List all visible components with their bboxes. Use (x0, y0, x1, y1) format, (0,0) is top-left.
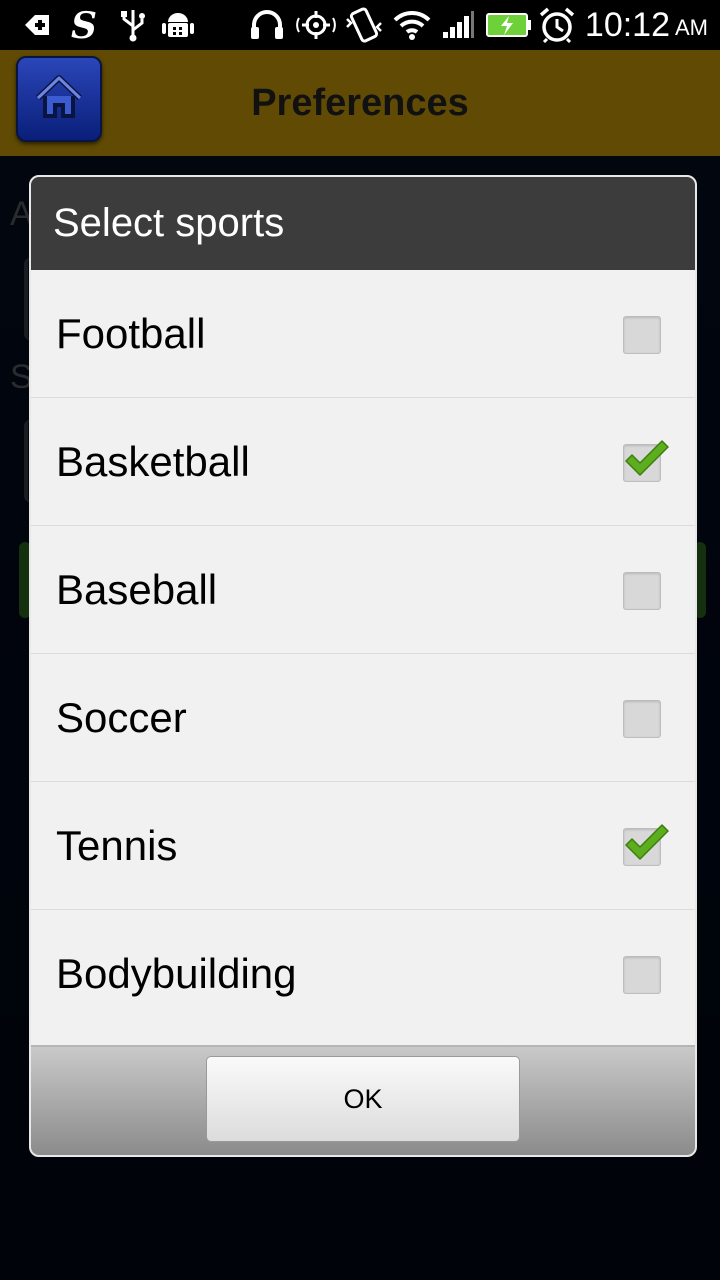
status-bar: S 10:12 AM (0, 0, 720, 50)
vibrate-icon (344, 7, 384, 43)
android-debug-icon (160, 8, 196, 42)
dialog-title: Select sports (31, 177, 695, 270)
option-bodybuilding[interactable]: Bodybuilding (31, 910, 695, 1038)
usb-icon (118, 8, 148, 42)
option-soccer[interactable]: Soccer (31, 654, 695, 782)
option-tennis[interactable]: Tennis (31, 782, 695, 910)
gps-icon (296, 8, 336, 42)
option-label: Basketball (56, 437, 250, 485)
wifi-icon (392, 8, 432, 42)
alarm-icon (538, 7, 576, 43)
battery-charging-icon (484, 8, 534, 42)
time-ampm: AM (675, 15, 708, 40)
check-icon (625, 824, 669, 860)
checkbox-tennis[interactable] (623, 824, 669, 866)
checkbox-football[interactable] (623, 316, 661, 354)
option-football[interactable]: Football (31, 270, 695, 398)
signal-icon (440, 8, 476, 42)
options-list: Football Basketball Baseball Soccer Tenn… (31, 270, 695, 1038)
option-basketball[interactable]: Basketball (31, 398, 695, 526)
add-notification-icon (22, 8, 52, 42)
svg-text:S: S (71, 7, 97, 43)
option-label: Football (56, 309, 206, 357)
page-title: Preferences (251, 81, 469, 124)
s-app-icon: S (66, 7, 100, 43)
home-icon (34, 74, 84, 124)
headphones-icon (248, 8, 286, 42)
select-sports-dialog: Select sports Football Basketball Baseba… (29, 175, 697, 1157)
option-label: Tennis (56, 821, 178, 869)
check-icon (625, 440, 669, 476)
checkbox-bodybuilding[interactable] (623, 956, 661, 994)
checkbox-soccer[interactable] (623, 700, 661, 738)
option-label: Baseball (56, 565, 218, 613)
home-button[interactable] (16, 56, 102, 142)
option-label: Bodybuilding (56, 950, 297, 997)
status-time: 10:12 AM (585, 6, 708, 44)
option-baseball[interactable]: Baseball (31, 526, 695, 654)
app-header: Preferences (0, 50, 720, 156)
dialog-button-bar: OK (31, 1045, 695, 1155)
time-text: 10:12 (584, 5, 670, 44)
checkbox-basketball[interactable] (623, 440, 669, 482)
checkbox-baseball[interactable] (623, 572, 661, 610)
option-label: Soccer (56, 693, 187, 741)
ok-button[interactable]: OK (206, 1056, 520, 1142)
